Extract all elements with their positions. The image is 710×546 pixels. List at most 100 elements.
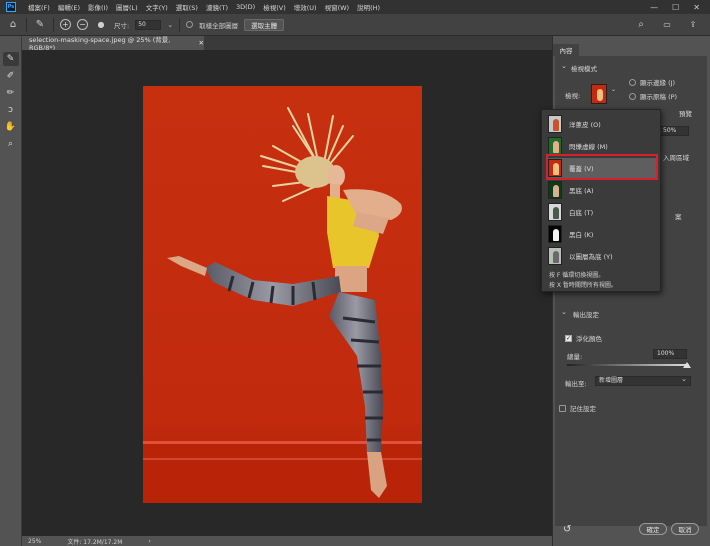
view-option-on-white[interactable]: 白底 (T) [548, 202, 656, 222]
view-option-label: 以圖層為底 (Y) [569, 253, 613, 261]
show-edge-label: 顯示邊緣 (J) [640, 79, 676, 87]
size-input[interactable]: 50 [135, 19, 162, 30]
menu-layer[interactable]: 圖層(L) [112, 2, 142, 12]
view-mode-thumbnail[interactable] [591, 84, 607, 104]
divider [26, 17, 27, 32]
amount-input[interactable]: 100% [653, 349, 687, 359]
show-original-label: 顯示原稿 (P) [640, 93, 678, 101]
chevron-down-icon[interactable]: ⌄ [561, 62, 567, 70]
divider [53, 17, 54, 32]
amount-slider-track[interactable] [567, 364, 689, 366]
size-label: 尺寸: [114, 21, 130, 30]
decontaminate-checkbox[interactable]: ✓ [565, 334, 572, 342]
view-mode-menu: 洋蔥皮 (O) 閃爍虛線 (M) 覆蓋 (V) 黑底 (A) 白底 (T) 黑白… [541, 109, 661, 292]
remember-settings-checkbox[interactable] [559, 404, 566, 412]
divider [179, 17, 181, 32]
menu-window[interactable]: 視窗(W) [321, 2, 354, 12]
menu-3d[interactable]: 3D(D) [232, 3, 259, 11]
cancel-button[interactable]: 取消 [671, 523, 699, 535]
menu-image[interactable]: 影像(I) [84, 2, 112, 12]
select-subject-button[interactable]: 選取主體 [244, 18, 285, 31]
home-icon[interactable]: ⌂ [6, 19, 20, 30]
quick-selection-tool-icon[interactable]: ✎ [2, 52, 19, 66]
menu-type[interactable]: 文字(Y) [142, 2, 172, 12]
menu-select[interactable]: 選取(S) [172, 2, 202, 12]
view-option-label: 白底 (T) [569, 209, 594, 217]
tools-panel: ✎ ✐ ✏ ↄ ✋ ⌕ [0, 36, 22, 546]
remember-settings-option[interactable]: 記住設定 [559, 403, 596, 413]
tab-properties[interactable]: 內容 [553, 44, 579, 56]
options-bar: ⌂ ✎ + − ● 尺寸: 50 ⌄ 取樣全部圖層 選取主體 ⌕ ▭ ⇪ [0, 14, 710, 36]
sample-all-layers-checkbox[interactable] [186, 21, 194, 28]
partial-label-region: 入周區域 [663, 154, 689, 162]
maximize-icon[interactable]: ☐ [672, 3, 679, 12]
document-tab[interactable]: selection-masking-space.jpeg @ 25% (背景, … [22, 36, 204, 52]
menu-plugins[interactable]: 增效(U) [290, 2, 321, 12]
on-layers-thumbnail [548, 247, 562, 265]
view-option-onion-skin[interactable]: 洋蔥皮 (O) [548, 114, 656, 134]
workspace-icon[interactable]: ▭ [660, 20, 674, 29]
view-option-on-layers[interactable]: 以圖層為底 (Y) [548, 246, 656, 266]
partial-label-4: 案 [675, 213, 682, 221]
document-image [143, 86, 422, 503]
menu-edit[interactable]: 編輯(E) [54, 2, 84, 12]
sample-all-layers-label: 取樣全部圖層 [199, 21, 239, 30]
photoshop-logo: Ps [6, 2, 16, 12]
output-settings-title: 輸出設定 [573, 311, 599, 319]
refine-edge-brush-icon[interactable]: ✐ [3, 69, 19, 83]
show-edge-radio[interactable] [629, 78, 636, 86]
document-tab-bar: selection-masking-space.jpeg @ 25% (背景, … [22, 36, 552, 52]
menu-view[interactable]: 檢視(V) [259, 2, 290, 12]
output-to-select[interactable]: 新增圖層 [595, 375, 691, 386]
amount-label: 總量: [567, 353, 583, 361]
decontaminate-option[interactable]: ✓ 淨化顏色 [565, 333, 602, 343]
close-tab-icon[interactable]: ✕ [199, 39, 204, 47]
view-option-label: 黑白 (K) [569, 231, 594, 239]
thumbnail-figure [597, 89, 603, 101]
chevron-down-icon[interactable]: ⌄ [167, 21, 173, 29]
file-info: 文件: 17.2M/17.2M [67, 538, 123, 546]
onion-skin-thumbnail [548, 115, 562, 133]
amount-slider-handle[interactable] [683, 362, 691, 368]
show-original-radio[interactable] [629, 92, 636, 100]
close-window-icon[interactable]: ✕ [693, 3, 700, 12]
share-icon[interactable]: ⇪ [686, 20, 700, 29]
search-icon[interactable]: ⌕ [634, 19, 648, 30]
menu-bar: Ps 檔案(F) 編輯(E) 影像(I) 圖層(L) 文字(Y) 選取(S) 濾… [0, 0, 710, 14]
partial-input[interactable]: 50% [659, 126, 689, 136]
show-edge-option[interactable]: 顯示邊緣 (J) [629, 77, 675, 87]
ok-button[interactable]: 確定 [639, 523, 667, 535]
canvas-area[interactable] [22, 50, 552, 536]
view-label: 檢視: [565, 92, 581, 100]
status-arrow-icon[interactable]: › [148, 538, 150, 545]
chevron-down-icon[interactable]: ⌄ [561, 308, 567, 316]
minimize-icon[interactable]: — [650, 3, 658, 12]
lasso-tool-icon[interactable]: ↄ [3, 103, 19, 117]
brush-size-icon[interactable]: ● [94, 20, 108, 29]
black-white-thumbnail [548, 225, 562, 243]
view-option-on-black[interactable]: 黑底 (A) [548, 180, 656, 200]
zoom-tool-icon[interactable]: ⌕ [3, 137, 19, 151]
brush-tool-icon[interactable]: ✏ [3, 86, 19, 100]
menu-help[interactable]: 說明(H) [353, 2, 384, 12]
reset-icon[interactable]: ↺ [563, 524, 571, 535]
show-original-option[interactable]: 顯示原稿 (P) [629, 91, 677, 101]
view-dropdown-icon[interactable]: ⌄ [611, 86, 616, 93]
on-black-thumbnail [548, 181, 562, 199]
view-option-black-white[interactable]: 黑白 (K) [548, 224, 656, 244]
subtract-from-selection-icon[interactable]: − [77, 19, 88, 30]
marching-ants-thumbnail [548, 137, 562, 155]
view-option-label: 黑底 (A) [569, 187, 594, 195]
menu-file[interactable]: 檔案(F) [24, 2, 54, 12]
add-to-selection-icon[interactable]: + [60, 19, 71, 30]
menu-hint-disable: 按 X 暫時關閉所有視圖。 [549, 282, 617, 289]
hand-tool-icon[interactable]: ✋ [3, 120, 19, 134]
menu-hint-cycle: 按 F 循環切換視圖。 [549, 272, 605, 279]
zoom-level[interactable]: 25% [28, 538, 41, 545]
view-option-label: 洋蔥皮 (O) [569, 121, 601, 129]
status-bar: 25% 文件: 17.2M/17.2M › [22, 536, 552, 546]
partial-label-preview: 預覽 [679, 110, 692, 118]
view-option-marching-ants[interactable]: 閃爍虛線 (M) [548, 136, 656, 156]
menu-filter[interactable]: 濾鏡(T) [202, 2, 232, 12]
quick-selection-brush-icon[interactable]: ✎ [33, 19, 47, 30]
